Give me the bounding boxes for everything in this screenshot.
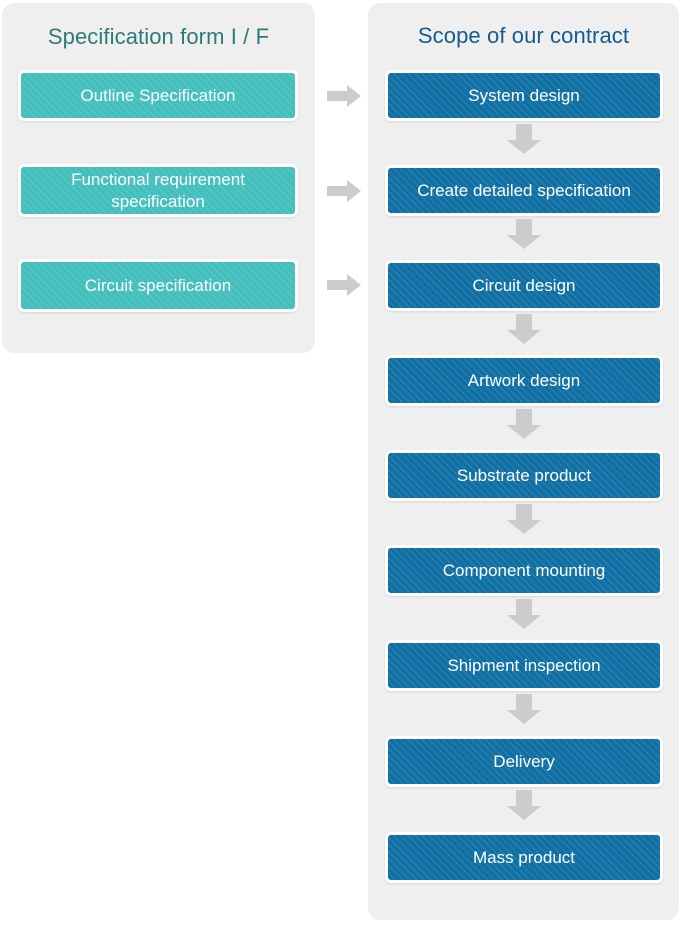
arrow-down-icon xyxy=(507,409,541,439)
process-box-system-design[interactable]: System design xyxy=(385,70,663,121)
process-box-label: Delivery xyxy=(493,751,555,771)
arrow-right-icon xyxy=(327,180,361,202)
arrow-down-icon xyxy=(507,694,541,724)
scope-panel-title: Scope of our contract xyxy=(417,23,630,48)
process-box-label: System design xyxy=(468,85,580,105)
process-box-create-detailed-specification[interactable]: Create detailed specification xyxy=(385,165,663,216)
process-box-delivery[interactable]: Delivery xyxy=(385,736,663,787)
spec-box-label: Functional requirement specification xyxy=(71,170,245,211)
arrow-down-icon xyxy=(507,314,541,344)
spec-box-functional-requirement-specification[interactable]: Functional requirement specification xyxy=(18,164,298,217)
arrow-down-icon xyxy=(507,124,541,154)
process-box-artwork-design[interactable]: Artwork design xyxy=(385,355,663,406)
process-box-component-mounting[interactable]: Component mounting xyxy=(385,545,663,596)
arrow-right-icon xyxy=(327,274,361,296)
spec-box-label: Outline Specification xyxy=(80,85,236,105)
arrow-down-icon xyxy=(507,790,541,820)
process-box-label: Create detailed specification xyxy=(417,180,631,200)
spec-box-label: Circuit specification xyxy=(84,275,232,295)
process-box-substrate-product[interactable]: Substrate product xyxy=(385,450,663,501)
process-box-label: Mass product xyxy=(472,847,576,867)
arrow-down-icon xyxy=(507,599,541,629)
arrow-down-icon xyxy=(507,504,541,534)
process-box-shipment-inspection[interactable]: Shipment inspection xyxy=(385,640,663,691)
arrow-down-icon xyxy=(507,219,541,249)
process-box-circuit-design[interactable]: Circuit design xyxy=(385,260,663,311)
process-box-label: Component mounting xyxy=(442,560,606,580)
process-box-label: Substrate product xyxy=(456,465,592,485)
process-box-mass-product[interactable]: Mass product xyxy=(385,832,663,883)
spec-box-circuit-specification[interactable]: Circuit specification xyxy=(18,259,298,312)
process-box-label: Shipment inspection xyxy=(447,655,601,675)
specification-panel-title: Specification form I / F xyxy=(47,24,270,49)
spec-box-outline-specification[interactable]: Outline Specification xyxy=(18,70,298,121)
diagram-canvas: Specification form I / F Outline Specifi… xyxy=(0,0,682,925)
arrow-right-icon xyxy=(327,85,361,107)
process-box-label: Circuit design xyxy=(472,275,576,295)
process-box-label: Artwork design xyxy=(467,370,581,390)
